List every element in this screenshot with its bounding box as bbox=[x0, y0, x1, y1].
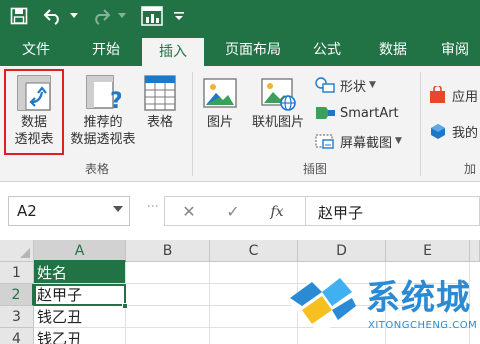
screenshot-label: 屏幕截图 bbox=[340, 135, 393, 151]
cell-b4[interactable] bbox=[126, 328, 210, 344]
svg-text:?: ? bbox=[110, 89, 121, 112]
recommended-pivot-icon: ? bbox=[86, 75, 121, 112]
formula-buttons: ✕ ✓ fx bbox=[164, 196, 306, 226]
screenshot-button[interactable]: 屏幕截图 ▼ bbox=[314, 130, 402, 152]
select-all-button[interactable] bbox=[0, 240, 34, 262]
cell-b2[interactable] bbox=[126, 284, 210, 306]
row-header-2[interactable]: 2 bbox=[0, 284, 34, 306]
cell-a4[interactable]: 钱乙丑 bbox=[34, 328, 126, 344]
formula-bar-grip-icon[interactable]: ⋮ bbox=[146, 200, 160, 211]
tab-home[interactable]: 开始 bbox=[72, 34, 140, 66]
row-header-3[interactable]: 3 bbox=[0, 306, 34, 328]
cell-a2[interactable]: 赵甲子 bbox=[34, 284, 126, 306]
pivot-chart-icon[interactable] bbox=[138, 3, 166, 29]
online-picture-button[interactable]: 联机图片 bbox=[246, 74, 310, 131]
recommended-pivot-tables-button[interactable]: ? 推荐的 数据透视表 bbox=[66, 74, 140, 148]
column-header-c[interactable]: C bbox=[210, 240, 298, 262]
picture-button[interactable]: 图片 bbox=[198, 74, 242, 131]
tab-insert[interactable]: 插入 bbox=[142, 38, 204, 66]
watermark: 系统城 XITONGCHENG.COM bbox=[282, 262, 478, 344]
undo-icon[interactable] bbox=[40, 3, 66, 29]
name-box[interactable]: A2 bbox=[8, 196, 130, 226]
column-header-b[interactable]: B bbox=[126, 240, 210, 262]
online-picture-label: 联机图片 bbox=[251, 115, 304, 130]
row-header-1[interactable]: 1 bbox=[0, 262, 34, 284]
watermark-title: 系统城 bbox=[366, 278, 471, 318]
undo-dropdown-icon[interactable] bbox=[68, 3, 80, 29]
customize-toolbar-icon[interactable] bbox=[172, 3, 186, 29]
recommended-pivot-label-1: 推荐的 bbox=[83, 115, 123, 130]
addins-group-label: 加 bbox=[463, 162, 476, 176]
screenshot-icon bbox=[315, 134, 334, 149]
highlight-box bbox=[4, 69, 64, 155]
formula-input[interactable]: 赵甲子 bbox=[306, 196, 480, 226]
tab-page-layout[interactable]: 页面布局 bbox=[210, 34, 296, 66]
tables-group-label: 表格 bbox=[84, 162, 109, 176]
my-addins-button[interactable]: 我的 bbox=[428, 120, 478, 142]
group-separator bbox=[192, 72, 193, 176]
illustrations-group-label: 插图 bbox=[302, 162, 327, 176]
picture-icon bbox=[203, 78, 237, 108]
column-header-d[interactable]: D bbox=[298, 240, 386, 262]
cell-b3[interactable] bbox=[126, 306, 210, 328]
chevron-down-icon: ▼ bbox=[395, 136, 402, 146]
ribbon-tabs: 文件 开始 插入 页面布局 公式 数据 审阅 bbox=[0, 34, 480, 66]
table-button[interactable]: 表格 bbox=[138, 74, 182, 131]
column-header-a[interactable]: A bbox=[34, 240, 126, 262]
smartart-icon bbox=[316, 107, 335, 119]
my-addins-label: 我的 bbox=[452, 125, 479, 141]
cell-a3[interactable]: 钱乙丑 bbox=[34, 306, 126, 328]
row-header-4[interactable]: 4 bbox=[0, 328, 34, 344]
store-button[interactable]: 应用 bbox=[428, 84, 478, 106]
shapes-label: 形状 bbox=[340, 79, 367, 95]
quick-access-toolbar bbox=[0, 0, 480, 34]
smartart-label: SmartArt bbox=[340, 105, 399, 121]
redo-icon[interactable] bbox=[88, 3, 114, 29]
picture-label: 图片 bbox=[206, 115, 233, 130]
table-label: 表格 bbox=[146, 115, 173, 130]
tab-data[interactable]: 数据 bbox=[362, 34, 424, 66]
name-box-value: A2 bbox=[17, 202, 37, 220]
store-icon bbox=[430, 86, 445, 103]
column-header-f[interactable] bbox=[470, 240, 480, 262]
my-addins-icon bbox=[431, 124, 445, 139]
cell-b1[interactable] bbox=[126, 262, 210, 284]
tab-review[interactable]: 审阅 bbox=[430, 34, 480, 66]
cell-a1[interactable]: 姓名 bbox=[34, 262, 126, 284]
redo-dropdown-icon[interactable] bbox=[116, 3, 128, 29]
chevron-down-icon[interactable] bbox=[113, 206, 123, 212]
watermark-url: XITONGCHENG.COM bbox=[368, 320, 478, 331]
formula-input-value: 赵甲子 bbox=[318, 204, 364, 222]
tab-file[interactable]: 文件 bbox=[8, 34, 64, 66]
enter-button[interactable]: ✓ bbox=[219, 201, 247, 223]
shapes-button[interactable]: 形状 ▼ bbox=[314, 74, 376, 96]
formula-bar: A2 ⋮ ✕ ✓ fx 赵甲子 bbox=[0, 182, 480, 240]
online-picture-icon bbox=[261, 78, 296, 111]
store-label: 应用 bbox=[452, 89, 479, 105]
cancel-button[interactable]: ✕ bbox=[175, 201, 203, 223]
recommended-pivot-label-2: 数据透视表 bbox=[70, 132, 136, 147]
column-header-e[interactable]: E bbox=[386, 240, 470, 262]
table-icon bbox=[144, 75, 176, 111]
insert-function-button[interactable]: fx bbox=[263, 201, 291, 223]
ribbon-insert: 数据 透视表 ? 推荐的 数据透视表 表格 表格 bbox=[0, 66, 480, 182]
shapes-icon bbox=[315, 77, 335, 93]
chevron-down-icon: ▼ bbox=[369, 80, 376, 90]
group-separator bbox=[420, 72, 421, 176]
save-icon[interactable] bbox=[6, 3, 32, 29]
fill-handle[interactable] bbox=[122, 303, 128, 309]
watermark-logo-icon bbox=[288, 268, 356, 336]
smartart-button[interactable]: SmartArt bbox=[314, 102, 399, 124]
tab-formulas[interactable]: 公式 bbox=[298, 34, 356, 66]
